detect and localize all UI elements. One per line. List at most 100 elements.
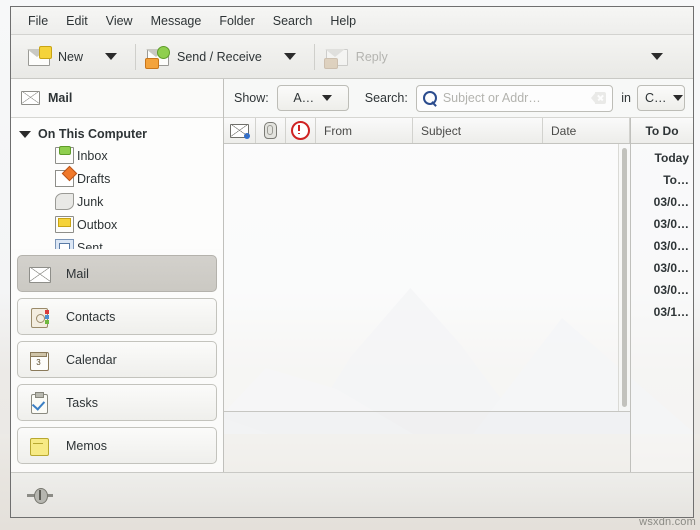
reply-icon	[323, 46, 349, 69]
clear-icon[interactable]	[591, 92, 607, 104]
folder-item-sent[interactable]: Sent	[11, 236, 223, 249]
search-input-placeholder: Subject or Addr…	[442, 91, 541, 105]
reply-button-label: Reply	[355, 49, 388, 64]
menu-item-view[interactable]: View	[97, 11, 142, 31]
todo-item[interactable]: 03/0…	[631, 257, 693, 279]
column-header-label: Date	[551, 123, 577, 138]
drafts-icon	[55, 170, 74, 187]
menu-item-help[interactable]: Help	[321, 11, 365, 31]
folder-item-drafts[interactable]: Drafts	[11, 167, 223, 190]
new-button[interactable]: New	[21, 40, 89, 74]
toolbar-overflow-arrow-icon[interactable]	[651, 53, 663, 60]
folder-item-inbox[interactable]: Inbox	[11, 144, 223, 167]
search-label: Search:	[364, 91, 408, 105]
folder-label: Outbox	[77, 217, 118, 232]
folder-item-junk[interactable]: Junk	[11, 190, 223, 213]
todo-panel-header: To Do	[631, 118, 693, 144]
switcher-button-tasks[interactable]: Tasks	[17, 384, 217, 421]
folder-label: Junk	[77, 194, 104, 209]
column-header-read-status[interactable]	[224, 118, 256, 143]
new-dropdown-arrow-icon[interactable]	[105, 53, 118, 60]
menu-item-edit[interactable]: Edit	[57, 11, 97, 31]
search-scope-value: C…	[645, 91, 667, 105]
send-receive-button[interactable]: Send / Receive	[140, 40, 268, 74]
folder-label: Inbox	[77, 148, 108, 163]
sidebar-header-label: Mail	[48, 91, 73, 105]
search-icon	[422, 91, 437, 107]
todo-item[interactable]: 03/0…	[631, 279, 693, 301]
chevron-down-icon[interactable]	[19, 130, 31, 138]
network-status-icon[interactable]	[27, 488, 53, 504]
column-header-label: Subject	[421, 123, 462, 138]
window-body: Mail On This Computer Inbox Drafts Junk …	[11, 79, 693, 472]
search-input[interactable]: Subject or Addr…	[415, 84, 614, 112]
todo-panel: To Do Today To… 03/0… 03/0… 03/0… 03/0… …	[630, 118, 693, 472]
menu-item-file[interactable]: File	[19, 11, 57, 31]
message-list-scrollbar[interactable]	[618, 144, 630, 411]
column-header-subject[interactable]: Subject	[413, 118, 543, 143]
switcher-button-memos[interactable]: Memos	[17, 427, 217, 464]
new-message-icon	[27, 45, 52, 68]
switcher-label: Contacts	[66, 309, 116, 324]
switcher-button-mail[interactable]: Mail	[17, 255, 217, 292]
todo-item[interactable]: 03/1…	[631, 301, 693, 323]
view-switcher: Mail Contacts 3 Calendar Tasks Memos	[11, 249, 223, 472]
reply-button[interactable]: Reply	[319, 40, 394, 74]
message-list-empty-area	[224, 144, 618, 411]
envelope-icon	[21, 91, 40, 105]
mail-icon	[28, 263, 51, 285]
in-label: in	[621, 91, 631, 105]
switcher-label: Mail	[66, 266, 89, 281]
chevron-down-icon	[322, 95, 333, 101]
junk-icon	[55, 193, 74, 210]
folder-label: Drafts	[77, 171, 111, 186]
todo-panel-title: To Do	[645, 123, 679, 138]
todo-item[interactable]: To…	[631, 169, 693, 191]
send-receive-dropdown-arrow-icon[interactable]	[283, 53, 296, 60]
menu-bar: File Edit View Message Folder Search Hel…	[11, 7, 693, 35]
sidebar: Mail On This Computer Inbox Drafts Junk …	[11, 79, 224, 472]
column-header-label: From	[324, 123, 352, 138]
send-receive-icon	[145, 45, 171, 69]
switcher-button-contacts[interactable]: Contacts	[17, 298, 217, 335]
importance-icon	[291, 121, 310, 140]
column-header-attachment[interactable]	[256, 118, 286, 143]
folder-label: Sent	[77, 240, 103, 250]
list-and-todo-row: From Subject Date To Do Today To… 03/0… …	[224, 118, 693, 472]
todo-item[interactable]: 03/0…	[631, 191, 693, 213]
folder-item-outbox[interactable]: Outbox	[11, 213, 223, 236]
switcher-label: Tasks	[66, 395, 98, 410]
status-bar	[11, 472, 693, 517]
chevron-down-icon	[672, 95, 683, 101]
tree-root-label: On This Computer	[38, 127, 148, 141]
folder-tree: On This Computer Inbox Drafts Junk Outbo…	[11, 118, 223, 249]
column-header-from[interactable]: From	[316, 118, 413, 143]
menu-item-message[interactable]: Message	[142, 11, 211, 31]
menu-item-folder[interactable]: Folder	[210, 11, 263, 31]
column-header-date[interactable]: Date	[543, 118, 630, 143]
switcher-button-calendar[interactable]: 3 Calendar	[17, 341, 217, 378]
column-header-importance[interactable]	[286, 118, 316, 143]
sidebar-header: Mail	[11, 79, 223, 118]
new-button-label: New	[58, 49, 84, 64]
paperclip-icon	[264, 122, 277, 139]
outbox-icon	[55, 216, 74, 233]
todo-item[interactable]: Today	[631, 147, 693, 169]
todo-item[interactable]: 03/0…	[631, 213, 693, 235]
search-scope-dropdown[interactable]: C…	[637, 85, 685, 111]
todo-item[interactable]: 03/0…	[631, 235, 693, 257]
inbox-icon	[55, 146, 74, 164]
menu-item-search[interactable]: Search	[264, 11, 322, 31]
sent-icon	[55, 239, 74, 249]
tree-root-on-this-computer[interactable]: On This Computer	[11, 125, 223, 144]
tasks-icon	[28, 391, 50, 414]
scrollbar-thumb[interactable]	[622, 148, 627, 407]
message-list-body[interactable]	[224, 144, 630, 412]
show-filter-value: A…	[293, 91, 315, 105]
memos-icon	[28, 435, 50, 457]
message-list-header: From Subject Date	[224, 118, 630, 144]
todo-list: Today To… 03/0… 03/0… 03/0… 03/0… 03/0… …	[631, 144, 693, 472]
show-filter-dropdown[interactable]: A…	[276, 85, 349, 111]
show-label: Show:	[234, 91, 269, 105]
toolbar: New Send / Receive Reply	[11, 35, 693, 79]
